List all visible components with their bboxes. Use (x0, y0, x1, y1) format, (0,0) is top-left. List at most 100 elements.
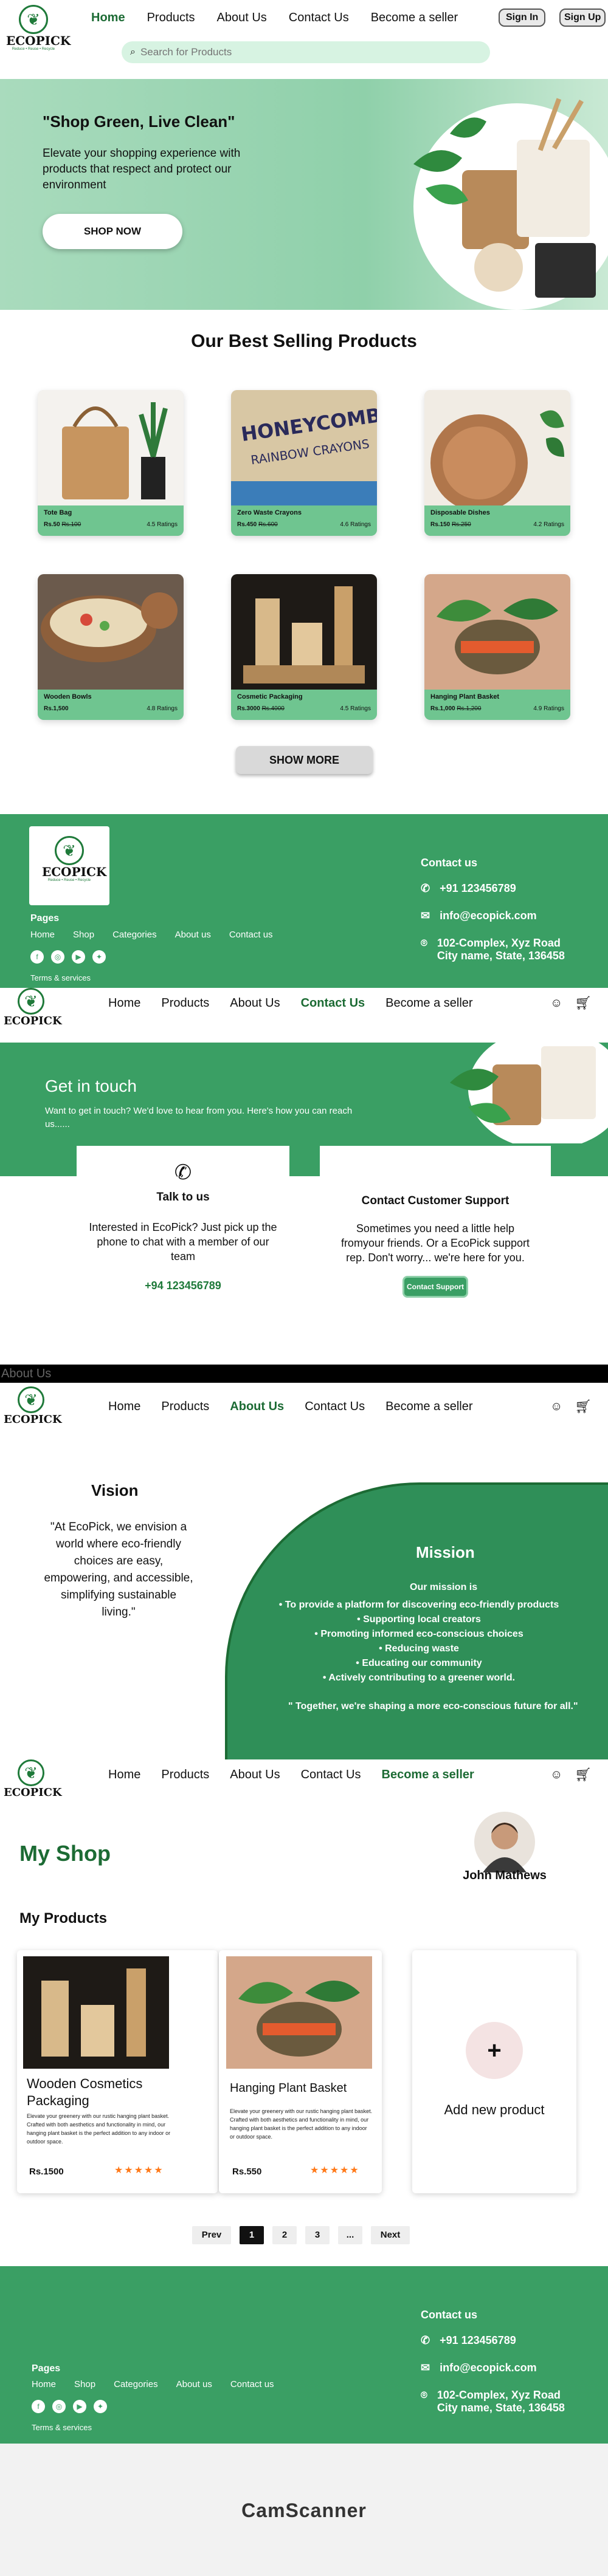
shop-now-button[interactable]: SHOP NOW (43, 214, 182, 249)
product-old-price: Rs.250 (452, 521, 471, 528)
search-bar[interactable]: ⌕ (122, 41, 490, 63)
contact-phone[interactable]: +91 123456789 (440, 882, 516, 895)
product-card[interactable]: HONEYCOMB RAINBOW CRAYONS Zero Waste Cray… (231, 390, 377, 536)
brand-tagline: Reduce • Reuse • Recycle (47, 879, 91, 882)
nav-home[interactable]: Home (91, 11, 125, 25)
mission-title: Mission (416, 1543, 475, 1561)
facebook-icon[interactable]: f (30, 950, 44, 964)
search-input[interactable] (140, 46, 469, 58)
nav-home[interactable]: Home (108, 996, 140, 1010)
nav-become-seller[interactable]: Become a seller (385, 1400, 472, 1414)
mail-icon: ✉ (421, 909, 430, 922)
product-info: Cosmetic Packaging Rs.3000 Rs.4000 4.5 Rat… (231, 690, 377, 720)
user-icon[interactable]: ☺ (550, 1768, 562, 1782)
prev-button[interactable]: Prev (192, 2226, 231, 2244)
footer-link-shop[interactable]: Shop (74, 2379, 95, 2389)
user-icon[interactable]: ☺ (550, 1400, 562, 1414)
shop-product-card[interactable]: Hanging Plant Basket Elevate your greene… (219, 1950, 382, 2193)
footer-link-contact[interactable]: Contact us (230, 2379, 274, 2389)
instagram-icon[interactable]: ◎ (52, 2400, 66, 2413)
contact-title: Get in touch (45, 1077, 137, 1095)
nav-contact[interactable]: Contact Us (305, 1400, 365, 1414)
support-card: Contact Customer Support Sometimes you n… (320, 1146, 551, 1316)
main-nav: Home Products About Us Contact Us Become… (108, 1400, 473, 1414)
brand-name: ECOPICK (6, 33, 71, 48)
nav-contact[interactable]: Contact Us (301, 996, 365, 1010)
cart-icon[interactable]: 🛒︎ (575, 1767, 592, 1783)
nav-about[interactable]: About Us (230, 1400, 284, 1414)
dishes-image (424, 390, 570, 505)
footer-link-categories[interactable]: Categories (114, 2379, 158, 2389)
footer: Pages Home Shop Categories About us Cont… (0, 2266, 608, 2444)
footer-logo: ❦ ECOPICK Reduce • Reuse • Recycle (29, 826, 109, 905)
product-price: Rs.1,500 (44, 705, 69, 712)
footer-link-home[interactable]: Home (30, 930, 55, 940)
nav-become-seller[interactable]: Become a seller (382, 1768, 474, 1782)
twitter-icon[interactable]: ✦ (92, 950, 106, 964)
product-card[interactable]: Cosmetic Packaging Rs.3000 Rs.4000 4.5 Rat… (231, 574, 377, 720)
product-card[interactable]: Wooden Bowls Rs.1,500 4.8 Ratings (38, 574, 184, 720)
nav-products[interactable]: Products (161, 1400, 209, 1414)
pages-title: Pages (32, 2363, 61, 2374)
contact-email[interactable]: info@ecopick.com (440, 2362, 537, 2374)
address-line2: City name, State, 136458 (437, 950, 565, 962)
page-1[interactable]: 1 (240, 2226, 264, 2244)
nav-become-seller[interactable]: Become a seller (371, 11, 458, 25)
add-product-card[interactable]: + Add new product (412, 1950, 576, 2193)
nav-home[interactable]: Home (108, 1768, 140, 1782)
nav-become-seller[interactable]: Become a seller (385, 996, 472, 1010)
terms-link[interactable]: Terms & services (32, 2423, 92, 2432)
youtube-icon[interactable]: ▶ (72, 950, 85, 964)
product-card[interactable]: Disposable Dishes Rs.150 Rs.250 4.2 Rating… (424, 390, 570, 536)
footer-link-categories[interactable]: Categories (112, 930, 157, 940)
shop-product-name: Wooden Cosmetics Packaging (27, 2076, 143, 2108)
twitter-icon[interactable]: ✦ (94, 2400, 107, 2413)
footer-link-shop[interactable]: Shop (73, 930, 94, 940)
footer-link-about[interactable]: About us (176, 2379, 212, 2389)
brand-logo[interactable]: ❦ ECOPICK (4, 1759, 62, 1800)
brand-logo[interactable]: ❦ ECOPICK Reduce • Reuse • Recycle (6, 5, 71, 51)
signin-button[interactable]: Sign In (499, 9, 546, 27)
footer-link-home[interactable]: Home (32, 2379, 56, 2389)
next-button[interactable]: Next (371, 2226, 410, 2244)
talk-phone[interactable]: +94 123456789 (77, 1279, 289, 1292)
facebook-icon[interactable]: f (32, 2400, 45, 2413)
contact-support-button[interactable]: Contact Support (402, 1276, 468, 1298)
contact-phone[interactable]: +91 123456789 (440, 2334, 516, 2347)
terms-link[interactable]: Terms & services (30, 973, 91, 982)
brand-logo[interactable]: ❦ ECOPICK (4, 1386, 62, 1427)
youtube-icon[interactable]: ▶ (73, 2400, 86, 2413)
product-rating: 4.6 Ratings (340, 521, 371, 528)
footer-link-about[interactable]: About us (175, 930, 211, 940)
product-card[interactable]: Hanging Plant Basket Rs.1,000 Rs.1,200 4.9… (424, 574, 570, 720)
nav-products[interactable]: Products (161, 1768, 209, 1782)
cart-icon[interactable]: 🛒︎ (575, 1399, 592, 1414)
avatar[interactable] (474, 1812, 535, 1872)
product-info: Hanging Plant Basket Rs.1,000 Rs.1,200 4.9… (424, 690, 570, 720)
nav-about[interactable]: About Us (230, 1768, 280, 1782)
footer-link-contact[interactable]: Contact us (229, 930, 273, 940)
nav-contact[interactable]: Contact Us (301, 1768, 361, 1782)
contact-list: ✆ +91 123456789 ✉ info@ecopick.com ⌾ 102-Co… (421, 2334, 565, 2429)
page-2[interactable]: 2 (272, 2226, 297, 2244)
nav-about[interactable]: About Us (217, 11, 267, 25)
cart-icon[interactable]: 🛒︎ (575, 995, 592, 1011)
shop-product-card[interactable]: Wooden Cosmetics Packaging Elevate your … (17, 1950, 218, 2193)
signup-button[interactable]: Sign Up (559, 9, 606, 27)
contact-email[interactable]: info@ecopick.com (440, 909, 537, 922)
nav-home[interactable]: Home (108, 1400, 140, 1414)
brand-logo[interactable]: ❦ ECOPICK (4, 988, 62, 1028)
phone-icon: ✆ (421, 882, 430, 894)
nav-products[interactable]: Products (161, 996, 209, 1010)
brand-name: ECOPICK (4, 1015, 62, 1027)
show-more-button[interactable]: SHOW MORE (236, 746, 373, 774)
mission-point: • Promoting informed eco-conscious choic… (314, 1629, 523, 1639)
nav-contact[interactable]: Contact Us (289, 11, 349, 25)
page-3[interactable]: 3 (305, 2226, 330, 2244)
user-icon[interactable]: ☺ (550, 996, 562, 1010)
instagram-icon[interactable]: ◎ (51, 950, 64, 964)
product-price: Rs.150 (430, 521, 451, 528)
nav-products[interactable]: Products (147, 11, 195, 25)
product-card[interactable]: Tote Bag Rs.50 Rs.100 4.5 Ratings (38, 390, 184, 536)
nav-about[interactable]: About Us (230, 996, 280, 1010)
